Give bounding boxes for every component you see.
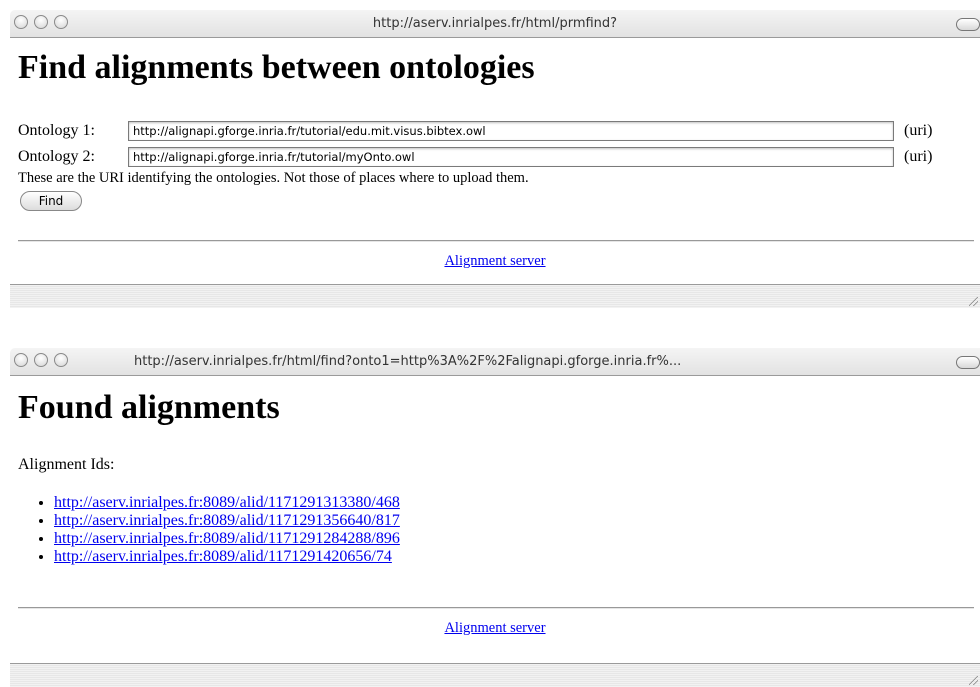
title-bar[interactable]: http://aserv.inrialpes.fr/html/prmfind? [10,10,980,38]
list-item: http://aserv.inrialpes.fr:8089/alid/1171… [54,512,400,530]
ontology2-input[interactable] [128,147,894,167]
list-item: http://aserv.inrialpes.fr:8089/alid/1171… [54,548,400,566]
footer: Alignment server [10,620,980,637]
status-bar [10,663,980,687]
alignment-server-link[interactable]: Alignment server [444,253,545,269]
window-title-url: http://aserv.inrialpes.fr/html/prmfind? [372,16,618,31]
uri-help-text: These are the URI identifying the ontolo… [18,170,529,186]
page-title: Find alignments between ontologies [18,49,535,86]
alignment-id-list: http://aserv.inrialpes.fr:8089/alid/1171… [54,494,400,566]
alignment-server-link[interactable]: Alignment server [444,620,545,636]
ontology2-label: Ontology 2: [18,148,95,165]
minimize-window-button[interactable] [34,353,48,367]
alignment-id-link[interactable]: http://aserv.inrialpes.fr:8089/alid/1171… [54,548,392,565]
title-bar[interactable]: http://aserv.inrialpes.fr/html/find?onto… [10,348,980,376]
list-item: http://aserv.inrialpes.fr:8089/alid/1171… [54,494,400,512]
ontology1-input[interactable] [128,121,894,141]
ontology2-uri-hint: (uri) [904,148,933,165]
browser-window-find: http://aserv.inrialpes.fr/html/prmfind? … [10,10,980,310]
list-item: http://aserv.inrialpes.fr:8089/alid/1171… [54,530,400,548]
resize-grip-icon[interactable] [969,297,978,306]
divider [18,240,974,242]
toolbar-toggle-button[interactable] [956,356,980,369]
alignment-id-link[interactable]: http://aserv.inrialpes.fr:8089/alid/1171… [54,530,400,547]
ontology1-uri-hint: (uri) [904,122,933,139]
divider [18,607,974,609]
alignment-id-link[interactable]: http://aserv.inrialpes.fr:8089/alid/1171… [54,512,400,529]
window-controls [14,353,74,372]
ontology1-row: Ontology 1: (uri) [18,120,932,142]
window-title-url: http://aserv.inrialpes.fr/html/find?onto… [134,354,682,369]
footer: Alignment server [10,253,980,270]
ontology1-label: Ontology 1: [18,122,95,139]
find-button[interactable]: Find [20,191,82,211]
zoom-window-button[interactable] [54,353,68,367]
alignment-id-link[interactable]: http://aserv.inrialpes.fr:8089/alid/1171… [54,494,400,511]
browser-window-results: http://aserv.inrialpes.fr/html/find?onto… [10,348,980,687]
ontology2-row: Ontology 2: (uri) [18,146,932,168]
toolbar-toggle-button[interactable] [956,18,980,31]
close-window-button[interactable] [14,353,28,367]
page-title: Found alignments [18,389,280,426]
status-bar [10,284,980,308]
alignment-ids-label: Alignment Ids: [18,456,115,473]
